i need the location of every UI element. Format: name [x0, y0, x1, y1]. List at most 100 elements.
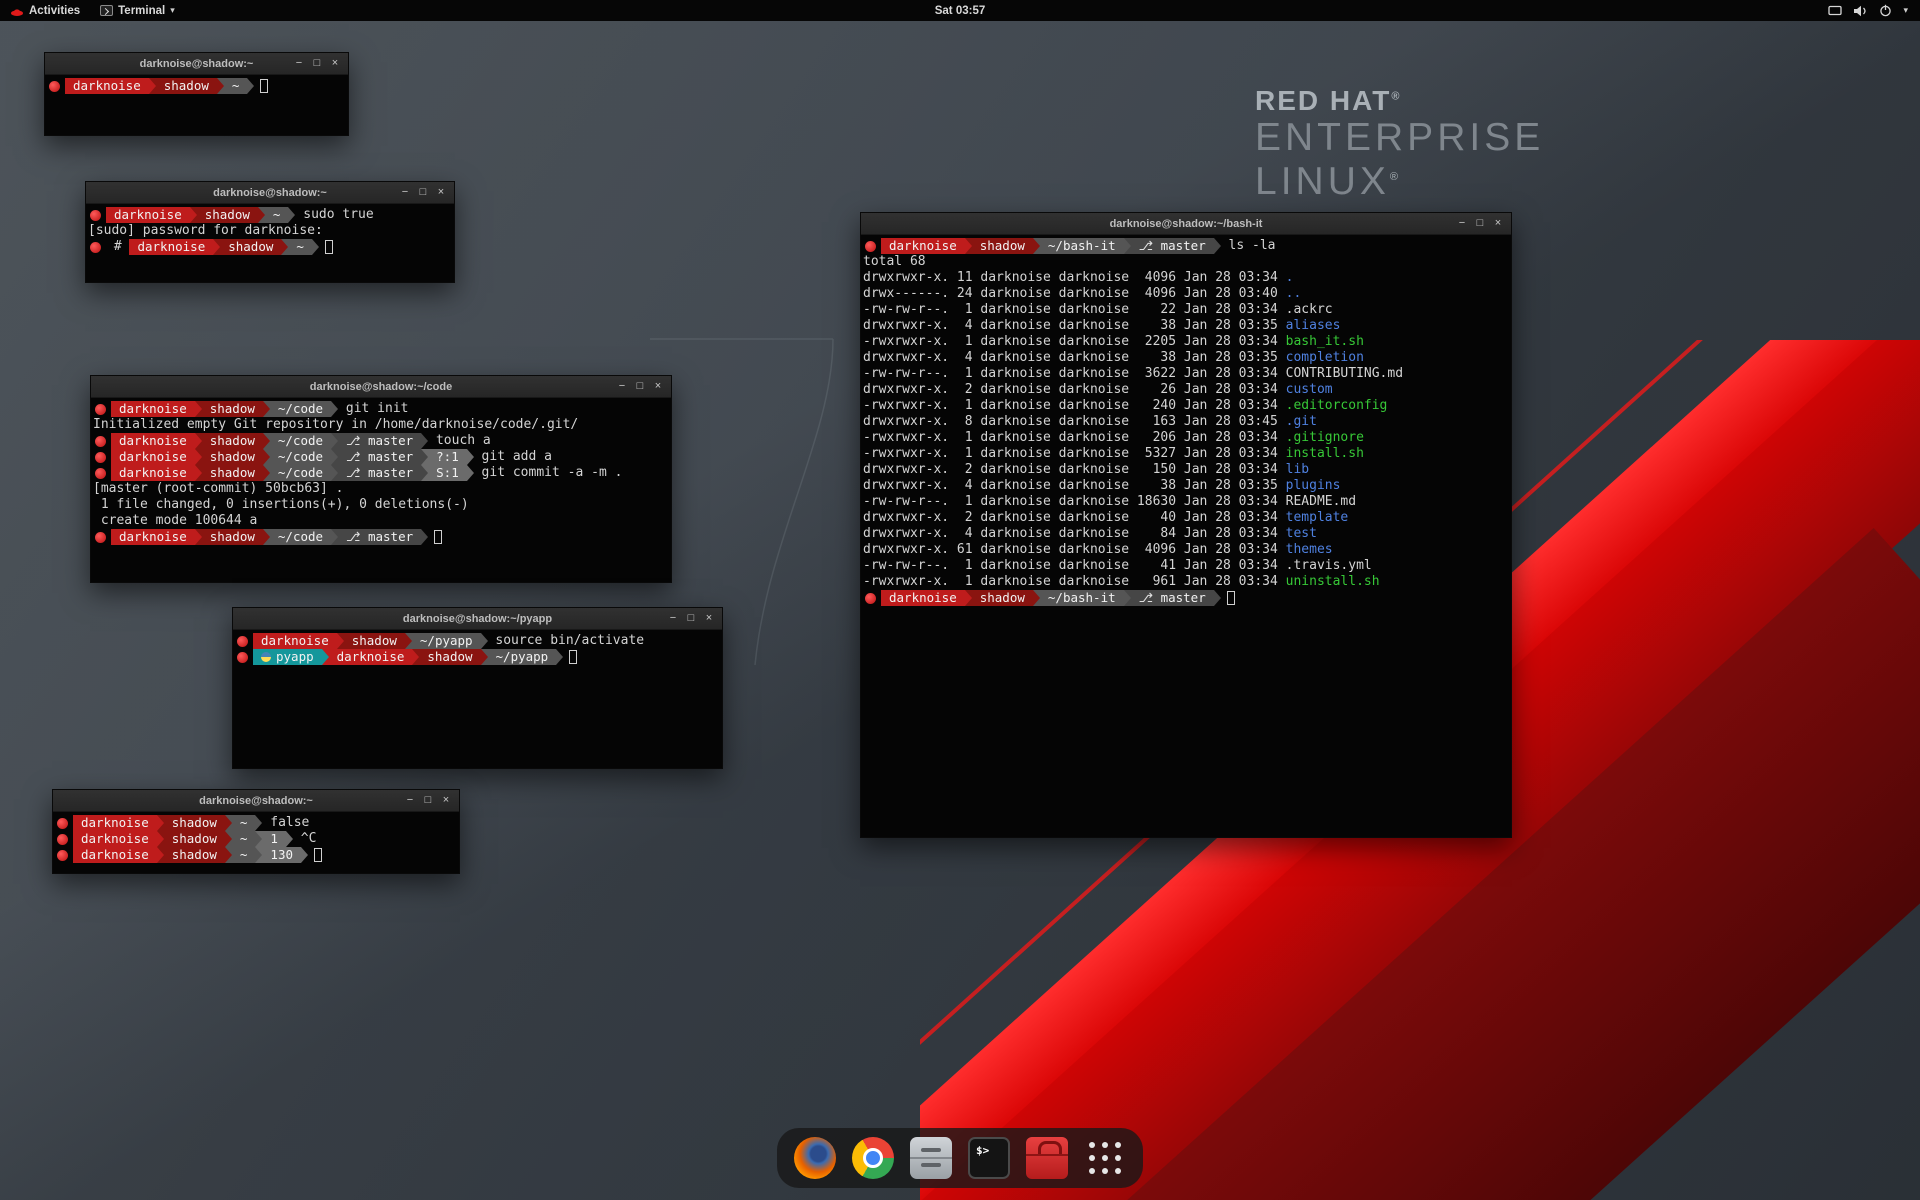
- terminal-text: template: [1286, 510, 1349, 525]
- window-titlebar[interactable]: darknoise@shadow:~ −□×: [86, 182, 454, 204]
- terminal-line: darknoiseshadow~1 ^C: [55, 831, 457, 847]
- window-titlebar[interactable]: darknoise@shadow:~/code −□×: [91, 376, 671, 398]
- firefox-icon[interactable]: [794, 1137, 836, 1179]
- powerline-arrow: [1124, 238, 1131, 254]
- prompt-segment-user: darknoise: [111, 401, 195, 417]
- terminal-line: -rwxrwxr-x. 1 darknoise darknoise 206 Ja…: [863, 430, 1509, 446]
- terminal-text: completion: [1286, 350, 1364, 365]
- terminal-content[interactable]: darknoiseshadow~ sudo true[sudo] passwor…: [86, 204, 454, 282]
- powerline-arrow: [331, 433, 338, 449]
- app-grid-icon[interactable]: [1084, 1137, 1126, 1179]
- terminal-line: darknoiseshadow~/code⎇ master?:1 git add…: [93, 449, 669, 465]
- terminal-text: -rwxrwxr-x. 1 darknoise darknoise 206 Ja…: [863, 430, 1286, 445]
- system-status-area[interactable]: ▾: [1816, 0, 1920, 21]
- redhat-icon: [95, 436, 106, 447]
- terminal-cursor: [1227, 591, 1235, 605]
- minimize-button[interactable]: −: [402, 793, 418, 809]
- minimize-button[interactable]: −: [397, 185, 413, 201]
- terminal-content[interactable]: darknoiseshadow~/pyapp source bin/activa…: [233, 630, 722, 768]
- terminal-text: source bin/activate: [488, 633, 645, 648]
- close-button[interactable]: ×: [327, 56, 343, 72]
- terminal-line: drwxrwxr-x. 4 darknoise darknoise 38 Jan…: [863, 318, 1509, 334]
- powerline-arrow: [190, 207, 197, 223]
- activities-button[interactable]: Activities: [0, 0, 90, 21]
- terminal-text: drwx------. 24 darknoise darknoise 4096 …: [863, 286, 1286, 301]
- terminal-content[interactable]: darknoiseshadow~/code git initInitialize…: [91, 398, 671, 582]
- terminal-line: create mode 100644 a: [93, 513, 669, 529]
- powerline-arrow: [157, 847, 164, 863]
- window-titlebar[interactable]: darknoise@shadow:~ −□×: [53, 790, 459, 812]
- terminal-line: darknoiseshadow~/bash-it⎇ master: [863, 590, 1509, 606]
- powerline-arrow: [263, 401, 270, 417]
- terminal-line: darknoiseshadow~/code⎇ masterS:1 git com…: [93, 465, 669, 481]
- prompt-segment-host: shadow: [202, 401, 263, 417]
- terminal-content[interactable]: darknoiseshadow~/bash-it⎇ master ls -la t…: [861, 235, 1511, 837]
- terminal-line: darknoiseshadow~/code⎇ master touch a: [93, 433, 669, 449]
- app-menu[interactable]: Terminal ▾: [90, 0, 185, 21]
- terminal-text: drwxrwxr-x. 8 darknoise darknoise 163 Ja…: [863, 414, 1286, 429]
- window-titlebar[interactable]: darknoise@shadow:~/pyapp −□×: [233, 608, 722, 630]
- terminal-text: ls -la: [1221, 238, 1276, 253]
- powerline-arrow: [405, 633, 412, 649]
- brand-line3: LINUX®: [1255, 162, 1544, 203]
- maximize-button[interactable]: □: [683, 611, 699, 627]
- prompt-segment-host: shadow: [972, 238, 1033, 254]
- terminal-cursor: [569, 650, 577, 664]
- terminal-text: bash_it.sh: [1286, 334, 1364, 349]
- prompt-segment-path: ~: [288, 239, 312, 255]
- powerline-arrow: [1033, 590, 1040, 606]
- prompt-segment-host: shadow: [972, 590, 1033, 606]
- minimize-button[interactable]: −: [1454, 216, 1470, 232]
- prompt-segment-exit: 130: [262, 847, 301, 863]
- minimize-button[interactable]: −: [291, 56, 307, 72]
- prompt-segment-user: darknoise: [73, 815, 157, 831]
- powerline-arrow: [225, 815, 232, 831]
- terminal-text: -rwxrwxr-x. 1 darknoise darknoise 961 Ja…: [863, 574, 1286, 589]
- close-button[interactable]: ×: [433, 185, 449, 201]
- prompt-segment-git: ⎇ master: [338, 433, 421, 449]
- dock: $>: [777, 1128, 1143, 1188]
- terminal-text: drwxrwxr-x. 2 darknoise darknoise 26 Jan…: [863, 382, 1286, 397]
- prompt-segment-host: shadow: [164, 847, 225, 863]
- maximize-button[interactable]: □: [1472, 216, 1488, 232]
- maximize-button[interactable]: □: [415, 185, 431, 201]
- powerline-arrow: [263, 433, 270, 449]
- file-manager-icon[interactable]: [910, 1137, 952, 1179]
- clock[interactable]: Sat 03:57: [925, 0, 996, 21]
- minimize-button[interactable]: −: [665, 611, 681, 627]
- toolbox-icon[interactable]: [1026, 1137, 1068, 1179]
- power-icon: [1879, 4, 1892, 17]
- close-button[interactable]: ×: [1490, 216, 1506, 232]
- terminal-text: drwxrwxr-x. 2 darknoise darknoise 150 Ja…: [863, 462, 1286, 477]
- window-titlebar[interactable]: darknoise@shadow:~/bash-it −□×: [861, 213, 1511, 235]
- chrome-icon[interactable]: [852, 1137, 894, 1179]
- terminal-content[interactable]: darknoiseshadow~ falsedarknoiseshadow~1 …: [53, 812, 459, 873]
- prompt-segment-host: shadow: [202, 465, 263, 481]
- terminal-text: plugins: [1286, 478, 1341, 493]
- minimize-button[interactable]: −: [614, 379, 630, 395]
- maximize-button[interactable]: □: [309, 56, 325, 72]
- maximize-button[interactable]: □: [420, 793, 436, 809]
- prompt-segment-user: darknoise: [111, 529, 195, 545]
- prompt-segment-host: shadow: [164, 815, 225, 831]
- terminal-line: [master (root-commit) 50bcb63] .: [93, 481, 669, 497]
- terminal-window: darknoise@shadow:~ −□× darknoiseshadow~ …: [52, 789, 460, 874]
- prompt-segment-exit: 1: [262, 831, 286, 847]
- close-button[interactable]: ×: [701, 611, 717, 627]
- close-button[interactable]: ×: [650, 379, 666, 395]
- terminal-line: -rwxrwxr-x. 1 darknoise darknoise 961 Ja…: [863, 574, 1509, 590]
- prompt-segment-user: darknoise: [129, 239, 213, 255]
- terminal-text: sudo true: [295, 207, 373, 222]
- powerline-arrow: [312, 239, 319, 255]
- powerline-arrow: [1214, 238, 1221, 254]
- terminal-line: -rwxrwxr-x. 1 darknoise darknoise 2205 J…: [863, 334, 1509, 350]
- powerline-arrow: [286, 831, 293, 847]
- window-titlebar[interactable]: darknoise@shadow:~ −□×: [45, 53, 348, 75]
- powerline-arrow: [195, 449, 202, 465]
- close-button[interactable]: ×: [438, 793, 454, 809]
- terminal-text: .gitignore: [1286, 430, 1364, 445]
- terminal-content[interactable]: darknoiseshadow~: [45, 75, 348, 135]
- maximize-button[interactable]: □: [632, 379, 648, 395]
- terminal-launcher-icon[interactable]: $>: [968, 1137, 1010, 1179]
- grid-dots: [1102, 1155, 1108, 1161]
